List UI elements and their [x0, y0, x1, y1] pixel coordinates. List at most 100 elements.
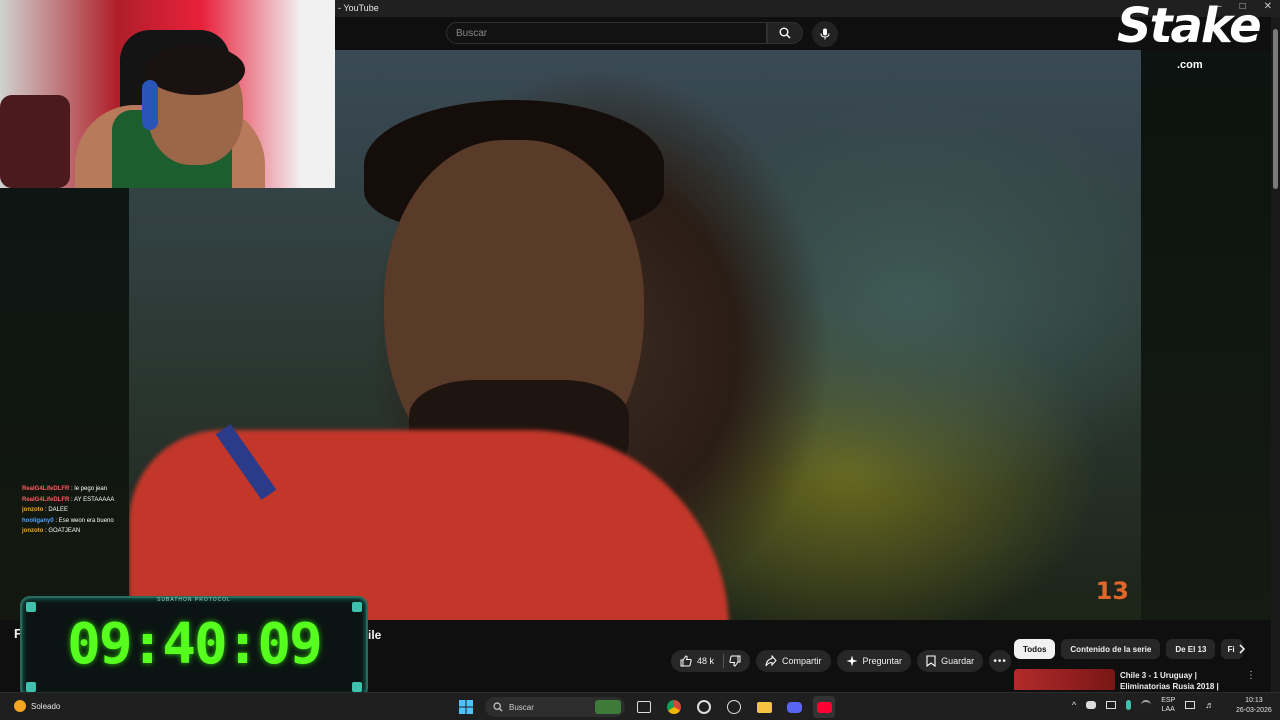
discord-tray-icon[interactable]	[1086, 701, 1097, 709]
bookmark-icon	[926, 655, 936, 667]
left-background	[0, 188, 129, 628]
chip-all[interactable]: Todos	[1014, 639, 1056, 659]
like-divider	[723, 654, 725, 668]
more-actions-button[interactable]: •••	[989, 650, 1012, 672]
chat-line: hooligany0 : Ese weon era bueno	[22, 516, 152, 527]
right-background	[1141, 50, 1271, 620]
volume-icon[interactable]: ♬	[1205, 700, 1214, 710]
chat-username[interactable]: jonzoto	[22, 528, 43, 534]
voice-search-button[interactable]	[812, 21, 838, 47]
sparkle-icon	[846, 655, 858, 667]
start-button[interactable]	[455, 696, 477, 718]
like-button[interactable]: 48 k	[671, 650, 751, 672]
display-icon[interactable]	[1185, 701, 1196, 709]
timer-corner-br	[352, 682, 362, 692]
chat-message: DALEE	[48, 507, 69, 513]
thumbs-up-icon	[680, 655, 692, 667]
obs-icon	[697, 700, 711, 714]
chat-line: jonzoto : GOATJEAN	[22, 526, 152, 537]
microphone-tray-icon[interactable]	[1126, 700, 1132, 710]
chat-message: GOATJEAN	[48, 528, 81, 534]
clock-date: 26-03-2026	[1236, 707, 1272, 714]
search-button[interactable]	[767, 22, 803, 44]
chat-username[interactable]: hooligany0	[22, 518, 54, 524]
timer-label: SUBATHON PROTOCOL	[157, 597, 231, 603]
media-player-app[interactable]	[723, 696, 745, 718]
chip-channel[interactable]: De El 13	[1166, 639, 1216, 659]
chat-username[interactable]: RealG4LifeDLFR	[22, 497, 69, 503]
clock-time: 10:13	[1245, 697, 1263, 704]
language-indicator[interactable]: ESP LAA	[1161, 696, 1175, 714]
scrollbar-thumb[interactable]	[1273, 29, 1278, 189]
stream-chat: RealG4LifeDLFR : le pego jean RealG4LifeD…	[22, 484, 152, 537]
headphones	[142, 80, 158, 130]
page-scrollbar[interactable]	[1271, 17, 1280, 720]
thumbs-down-icon[interactable]	[729, 655, 741, 667]
youtube-app[interactable]	[813, 696, 835, 718]
search-input[interactable]: Buscar	[446, 22, 767, 44]
subathon-timer: SUBATHON PROTOCOL 09:40:09	[20, 596, 368, 698]
timer-corner-tr	[352, 602, 362, 612]
stake-logo: Stake .com	[1117, 0, 1267, 75]
microphone-icon	[820, 28, 830, 40]
timer-corner-bl	[26, 682, 36, 692]
recommendation-thumbnail[interactable]	[1014, 669, 1115, 690]
search-highlight-icon	[595, 700, 621, 714]
chrome-app[interactable]	[663, 696, 685, 718]
discord-icon	[786, 701, 802, 713]
chips-next-button[interactable]	[1234, 641, 1250, 657]
streamer-hair	[145, 45, 245, 95]
sun-icon	[14, 700, 26, 712]
channel-watermark: 13	[1095, 577, 1129, 605]
youtube-icon	[816, 701, 832, 713]
video-title-end: ile	[368, 628, 382, 642]
timer-corner-tl	[26, 602, 36, 612]
task-view-icon	[637, 701, 651, 713]
search-icon	[779, 27, 791, 39]
language-code: ESP	[1161, 697, 1176, 704]
save-button[interactable]: Guardar	[917, 650, 984, 672]
stake-brand-suffix: .com	[1177, 59, 1203, 71]
save-label: Guardar	[941, 656, 975, 666]
chat-message: le pego jean	[74, 486, 108, 492]
obs-app[interactable]	[693, 696, 715, 718]
chrome-icon	[667, 700, 681, 714]
window-title: - YouTube	[338, 3, 379, 13]
chat-line: RealG4LifeDLFR : AY ESTAAAAA	[22, 495, 152, 506]
video-actions: 48 k Compartir Preguntar Guardar •••	[671, 650, 1012, 672]
network-tray-icon[interactable]	[1106, 701, 1117, 709]
ask-button[interactable]: Preguntar	[836, 650, 912, 672]
taskbar-clock[interactable]: 10:13 26-03-2026	[1236, 696, 1272, 716]
discord-app[interactable]	[783, 696, 805, 718]
recommendation-menu-icon[interactable]: ⋮	[1246, 670, 1256, 681]
like-count: 48 k	[697, 656, 715, 666]
search-icon	[493, 702, 503, 712]
webcam-sofa	[0, 95, 70, 188]
task-view-button[interactable]	[633, 696, 655, 718]
chat-message: Ese weon era bueno	[58, 517, 114, 524]
streamer-webcam	[0, 0, 335, 188]
chat-message: AY ESTAAAAA	[74, 496, 115, 503]
chat-username[interactable]: jonzoto	[22, 507, 43, 513]
play-icon	[727, 700, 741, 714]
player-shirt	[129, 430, 729, 620]
chat-username[interactable]: RealG4LifeDLFR	[22, 486, 69, 492]
folder-icon	[756, 701, 772, 713]
share-icon	[765, 655, 777, 667]
weather-widget[interactable]: Soleado	[14, 700, 60, 712]
system-tray: ^ ESP LAA ♬	[1072, 696, 1214, 714]
recommendation-chips: Todos Contenido de la serie De El 13 Fi	[1014, 639, 1244, 659]
more-icon: •••	[993, 655, 1007, 667]
taskbar-search[interactable]: Buscar	[485, 697, 625, 717]
share-button[interactable]: Compartir	[756, 650, 831, 672]
windows-icon	[459, 700, 473, 714]
file-explorer-app[interactable]	[753, 696, 775, 718]
wifi-tray-icon[interactable]	[1141, 700, 1152, 710]
chevron-right-icon	[1239, 644, 1246, 654]
chevron-up-icon[interactable]: ^	[1072, 700, 1076, 710]
windows-taskbar: Soleado Buscar ^ ESP LAA ♬ 10:13 26-03-2…	[0, 692, 1280, 720]
recommendation-title[interactable]: Chile 3 - 1 Uruguay | Eliminatorias Rusi…	[1120, 670, 1230, 691]
stake-brand-text: Stake	[1117, 0, 1262, 54]
timer-digits: 09:40:09	[67, 612, 323, 677]
chip-series[interactable]: Contenido de la serie	[1061, 639, 1161, 659]
